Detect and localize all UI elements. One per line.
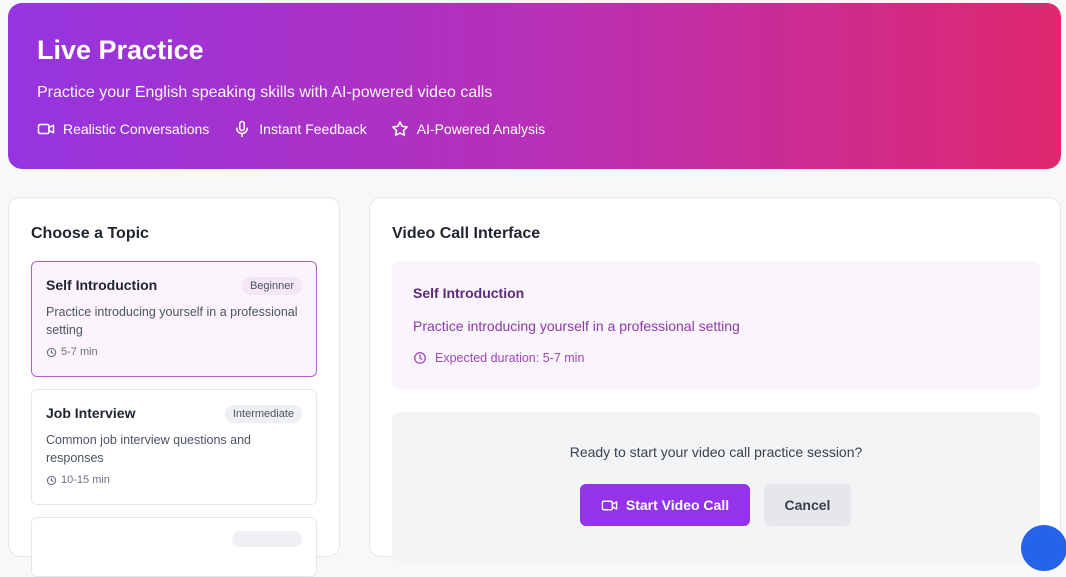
floating-action-button[interactable]	[1021, 525, 1066, 571]
video-icon	[601, 500, 618, 510]
feature-list: Realistic Conversations Instant Feedback…	[37, 120, 545, 138]
page-title: Live Practice	[37, 35, 204, 65]
topic-description: Practice introducing yourself in a profe…	[46, 305, 298, 337]
topic-card-self-introduction[interactable]: Self Introduction Beginner Practice intr…	[31, 261, 317, 377]
level-badge: Intermediate	[224, 405, 302, 423]
level-badge: Beginner	[241, 277, 302, 295]
clock-icon	[46, 475, 57, 485]
topic-panel: Choose a Topic Self Introduction Beginne…	[8, 197, 340, 577]
video-icon	[37, 123, 55, 135]
topic-description: Common job interview questions and respo…	[46, 433, 251, 465]
feature-label: Realistic Conversations	[63, 121, 210, 137]
start-video-call-button[interactable]: Start Video Call	[580, 484, 750, 526]
microphone-icon	[236, 120, 249, 138]
start-button-label: Start Video Call	[625, 497, 730, 513]
duration-text: 5-7 min	[61, 346, 98, 358]
video-panel-title: Video Call Interface	[392, 225, 541, 242]
expected-duration-text: Expected duration: 5-7 min	[435, 351, 585, 365]
feature-instant-feedback: Instant Feedback	[233, 120, 367, 138]
topic-card-job-interview[interactable]: Job Interview Intermediate Common job in…	[31, 389, 317, 505]
topic-duration: 5-7 min	[46, 346, 302, 358]
feature-realistic-conversations: Realistic Conversations	[37, 120, 209, 138]
selected-topic-description: Practice introducing yourself in a profe…	[413, 318, 740, 334]
topic-panel-title: Choose a Topic	[31, 225, 149, 242]
level-badge	[232, 531, 302, 547]
hero-banner: Live Practice Practice your English spea…	[8, 3, 1061, 169]
star-icon	[391, 121, 408, 137]
start-prompt: Ready to start your video call practice …	[569, 444, 863, 460]
clock-icon	[414, 352, 426, 364]
cancel-button[interactable]: Cancel	[764, 484, 851, 526]
clock-icon	[46, 347, 57, 357]
expected-duration: Expected duration: 5-7 min	[413, 351, 584, 365]
topic-card-partial[interactable]	[31, 517, 317, 577]
start-session-box: Ready to start your video call practice …	[392, 412, 1040, 562]
feature-ai-analysis: AI-Powered Analysis	[391, 120, 545, 138]
page-subtitle: Practice your English speaking skills wi…	[37, 84, 493, 101]
feature-label: Instant Feedback	[259, 121, 367, 137]
video-call-panel: Video Call Interface Self Introduction P…	[369, 197, 1061, 562]
duration-text: 10-15 min	[61, 474, 110, 486]
selected-topic-info: Self Introduction Practice introducing y…	[392, 261, 1040, 389]
selected-topic-title: Self Introduction	[413, 285, 525, 301]
topic-duration: 10-15 min	[46, 474, 302, 486]
feature-label: AI-Powered Analysis	[416, 121, 546, 137]
